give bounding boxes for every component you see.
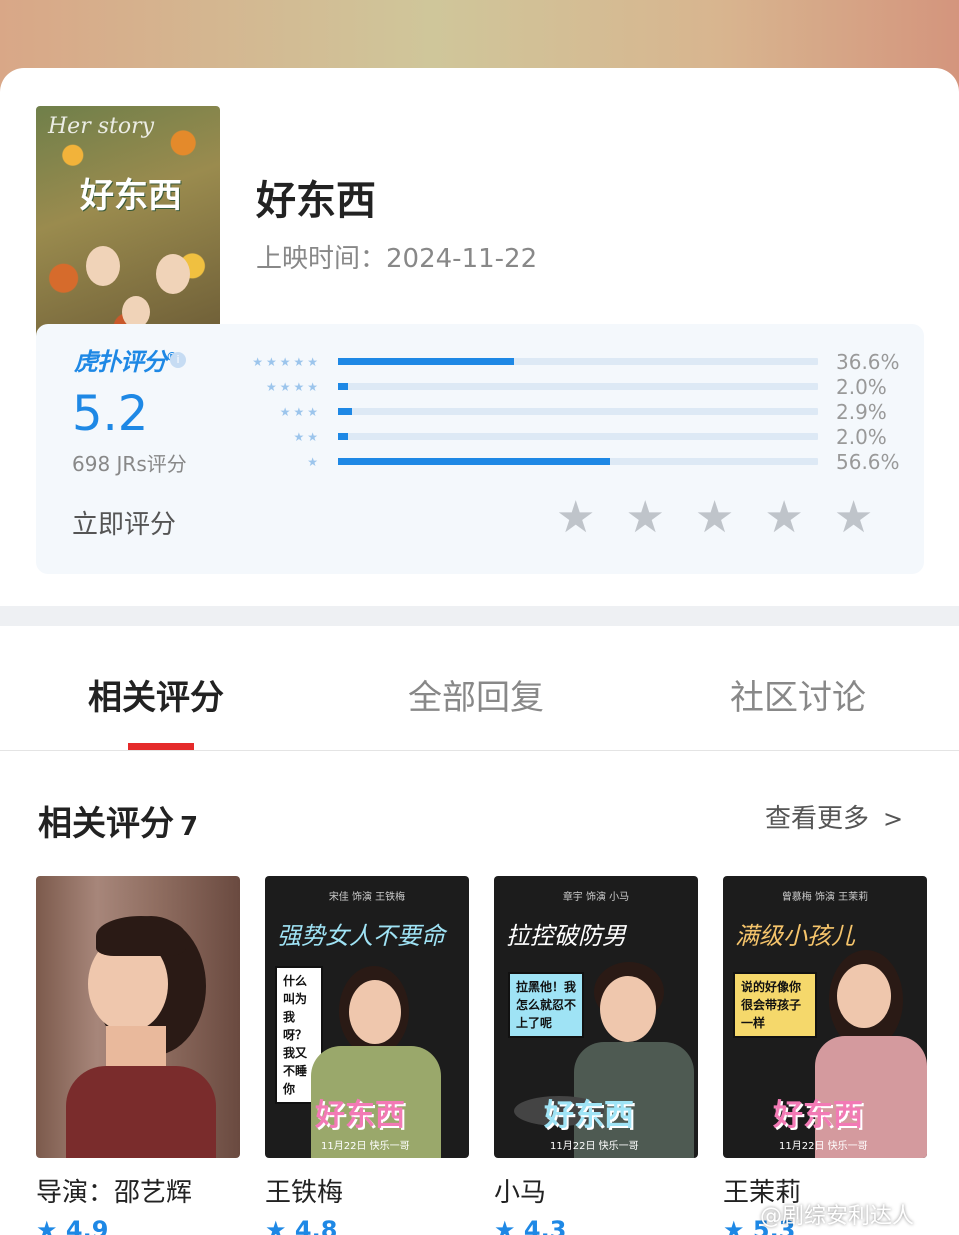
distribution-bar xyxy=(338,408,352,415)
release-date: 上映时间：2024-11-22 xyxy=(256,238,537,275)
distribution-row-3-star: ★★★ 2.9% xyxy=(226,400,906,424)
star-icon[interactable]: ★ xyxy=(764,496,803,540)
poster-slogan: 拉控破防男 xyxy=(506,922,626,950)
distribution-row-5-star: ★★★★★ 36.6% xyxy=(226,350,906,374)
chevron-right-icon: > xyxy=(883,805,904,833)
poster-speech-bubble: 说的好像你很会带孩子一样 xyxy=(733,972,817,1038)
poster-hertitle: Her story xyxy=(48,114,155,139)
distribution-track xyxy=(338,358,818,365)
person-card-wang-moli[interactable]: 曾慕梅 饰演 王茉莉 满级小孩儿 说的好像你很会带孩子一样 好东西 11月22日… xyxy=(723,876,927,1235)
distribution-stars-icon: ★★★ xyxy=(279,405,321,419)
person-rating: ★ 4.8 xyxy=(265,1216,338,1235)
distribution-bar xyxy=(338,458,610,465)
distribution-bar xyxy=(338,383,348,390)
person-rating: ★ 4.9 xyxy=(36,1216,109,1235)
person-name: 小马 xyxy=(494,1178,547,1208)
distribution-percent: 56.6% xyxy=(836,450,900,474)
distribution-track xyxy=(338,433,818,440)
distribution-stars-icon: ★★ xyxy=(293,430,321,444)
section-title: 相关评分 7 xyxy=(38,796,198,845)
rate-stars-input[interactable]: ★ ★ ★ ★ ★ xyxy=(556,496,873,540)
poster-speech-bubble: 拉黑他！我怎么就忍不上了呢 xyxy=(508,972,584,1038)
distribution-percent: 2.0% xyxy=(836,425,887,449)
info-icon[interactable]: i xyxy=(170,352,186,368)
tab-all-replies[interactable]: 全部回复 xyxy=(408,670,544,719)
poster-title: 好东西 xyxy=(80,176,182,216)
rating-panel: 虎扑评分® i 5.2 698 JRs评分 立即评分 ★★★★★36.6%★★★… xyxy=(36,324,924,574)
rate-now-label: 立即评分 xyxy=(72,510,177,540)
distribution-row-2-star: ★★ 2.0% xyxy=(226,425,906,449)
distribution-row-4-star: ★★★★ 2.0% xyxy=(226,375,906,399)
hupu-rating-logo: 虎扑评分® xyxy=(74,342,178,377)
active-tab-indicator xyxy=(128,743,194,750)
distribution-stars-icon: ★★★★ xyxy=(265,380,321,394)
person-rating: ★ 4.3 xyxy=(494,1216,567,1235)
distribution-stars-icon: ★ xyxy=(307,455,321,469)
star-icon[interactable]: ★ xyxy=(695,496,734,540)
star-icon[interactable]: ★ xyxy=(834,496,873,540)
person-poster: 章宇 饰演 小马 拉控破防男 拉黑他！我怎么就忍不上了呢 好东西 11月22日 … xyxy=(494,876,698,1158)
top-shape xyxy=(66,1066,216,1158)
person-photo xyxy=(36,876,240,1158)
star-icon[interactable]: ★ xyxy=(625,496,664,540)
tab-community[interactable]: 社区讨论 xyxy=(730,670,866,719)
distribution-stars-icon: ★★★★★ xyxy=(252,355,321,369)
movie-poster[interactable]: Her story 好东西 xyxy=(36,106,220,352)
distribution-track xyxy=(338,383,818,390)
view-more-link[interactable]: 查看更多 > xyxy=(765,798,903,835)
distribution-percent: 36.6% xyxy=(836,350,900,374)
watermark: @剧综安利达人 xyxy=(760,1204,915,1229)
poster-date: 11月22日 快乐一哥 xyxy=(321,1141,410,1152)
person-card-xiao-ma[interactable]: 章宇 饰演 小马 拉控破防男 拉黑他！我怎么就忍不上了呢 好东西 11月22日 … xyxy=(494,876,698,1235)
person-name: 王铁梅 xyxy=(265,1178,344,1208)
person-card-wang-tiemei[interactable]: 宋佳 饰演 王铁梅 强势女人不要命 什么叫为我呀？我又不睡你 好东西 11月22… xyxy=(265,876,469,1235)
star-icon[interactable]: ★ xyxy=(556,496,595,540)
movie-title: 好东西 xyxy=(256,178,376,224)
poster-credit: 宋佳 饰演 王铁梅 xyxy=(328,892,406,903)
poster-slogan: 满级小孩儿 xyxy=(735,922,855,950)
person-name: 导演：邵艺辉 xyxy=(36,1178,193,1208)
distribution-percent: 2.9% xyxy=(836,400,887,424)
poster-date: 11月22日 快乐一哥 xyxy=(779,1141,868,1152)
section-title-text: 相关评分 xyxy=(38,804,174,844)
distribution-percent: 2.0% xyxy=(836,375,887,399)
distribution-track xyxy=(338,458,818,465)
section-divider xyxy=(0,606,959,626)
tab-related-ratings[interactable]: 相关评分 xyxy=(88,670,224,719)
poster-logo: 好东西 xyxy=(773,1098,863,1133)
poster-slogan: 强势女人不要命 xyxy=(277,922,445,950)
distribution-bar xyxy=(338,358,514,365)
poster-logo: 好东西 xyxy=(544,1098,634,1133)
hupu-logo-text: 虎扑评分 xyxy=(74,348,167,376)
poster-date: 11月22日 快乐一哥 xyxy=(550,1141,639,1152)
release-label: 上映时间： xyxy=(256,244,387,274)
vote-count: 698 JRs评分 xyxy=(72,452,187,476)
view-more-label: 查看更多 xyxy=(765,804,870,834)
poster-credit: 曾慕梅 饰演 王茉莉 xyxy=(781,892,869,903)
average-score: 5.2 xyxy=(72,386,149,442)
poster-logo: 好东西 xyxy=(315,1098,405,1133)
poster-credit: 章宇 饰演 小马 xyxy=(562,892,630,903)
distribution-row-1-star: ★ 56.6% xyxy=(226,450,906,474)
person-poster: 宋佳 饰演 王铁梅 强势女人不要命 什么叫为我呀？我又不睡你 好东西 11月22… xyxy=(265,876,469,1158)
person-poster: 曾慕梅 饰演 王茉莉 满级小孩儿 说的好像你很会带孩子一样 好东西 11月22日… xyxy=(723,876,927,1158)
distribution-bar xyxy=(338,433,348,440)
tab-bar: 相关评分 全部回复 社区讨论 xyxy=(0,626,959,751)
distribution-track xyxy=(338,408,818,415)
release-value: 2024-11-22 xyxy=(386,244,538,274)
section-count: 7 xyxy=(180,812,199,842)
person-card-director[interactable]: 导演：邵艺辉 ★ 4.9 xyxy=(36,876,240,1235)
